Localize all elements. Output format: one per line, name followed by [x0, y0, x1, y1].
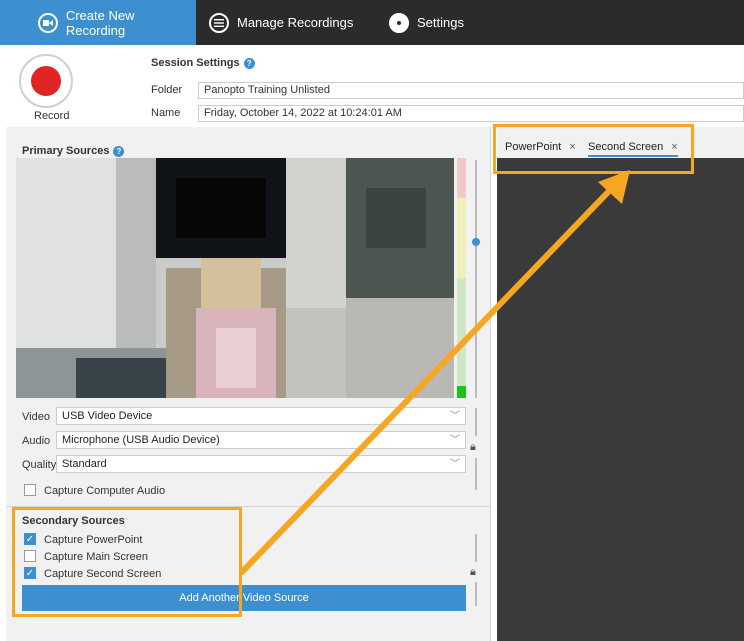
- annotation-arrow: [239, 170, 630, 575]
